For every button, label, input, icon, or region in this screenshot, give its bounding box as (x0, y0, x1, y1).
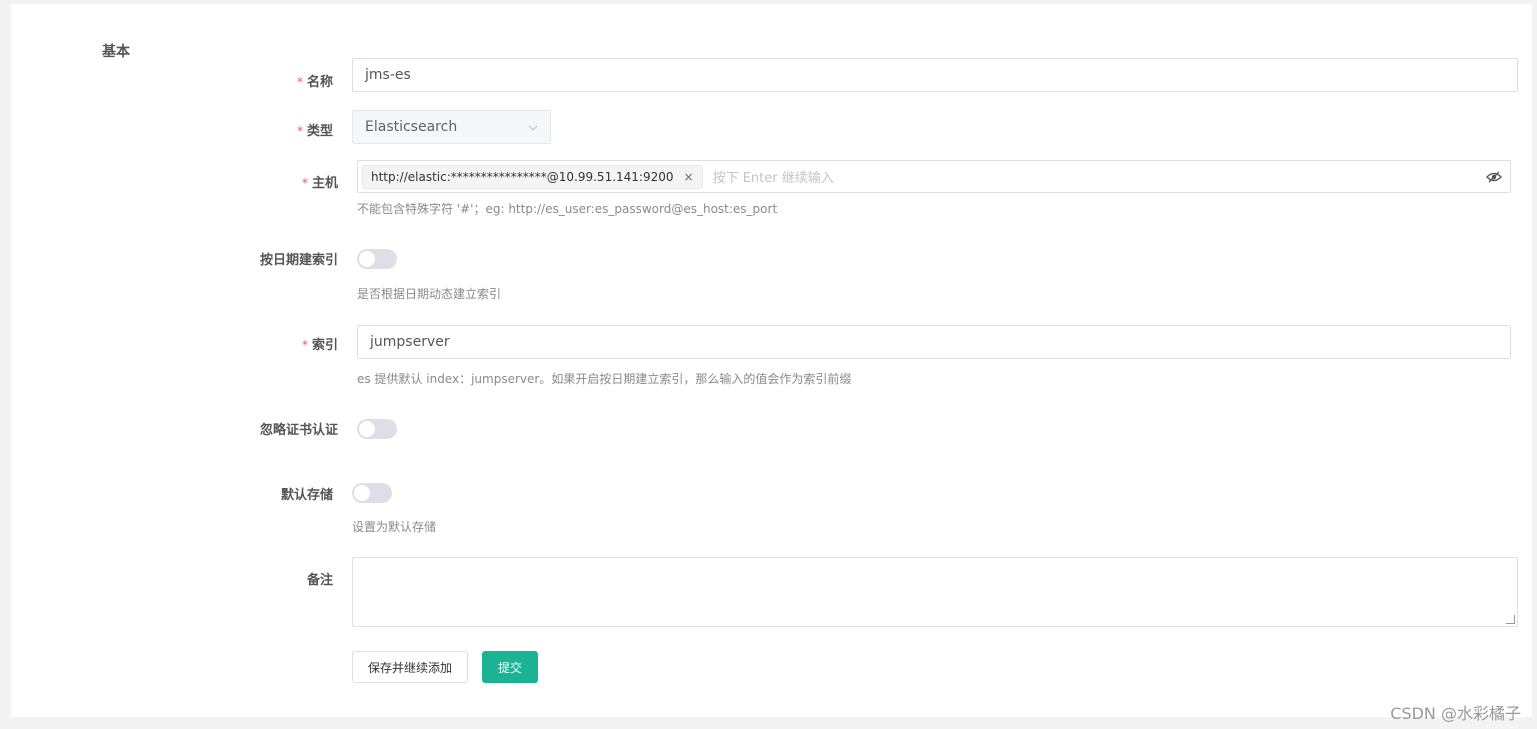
type-label: * 类型 (296, 124, 333, 139)
default-storage-label: 默认存储 (280, 488, 333, 503)
hosts-label: * 主机 (301, 176, 338, 191)
switch-knob (359, 421, 375, 437)
name-input[interactable]: jms-es (352, 58, 1518, 92)
section-title: 基本 (102, 44, 130, 60)
comment-textarea[interactable] (352, 557, 1518, 627)
switch-knob (354, 485, 370, 501)
default-storage-help: 设置为默认存储 (352, 520, 437, 534)
type-select[interactable]: Elasticsearch (352, 110, 551, 144)
hosts-tag-input[interactable]: http://elastic:****************@10.99.51… (357, 160, 1511, 193)
eye-off-icon[interactable] (1486, 171, 1502, 183)
ignore-verify-label: 忽略证书认证 (259, 423, 338, 438)
submit-button[interactable]: 提交 (482, 651, 538, 683)
host-tag-text: http://elastic:****************@10.99.51… (371, 169, 674, 184)
watermark: CSDN @水彩橘子 (1390, 704, 1521, 723)
index-by-date-switch[interactable] (357, 249, 397, 269)
chevron-down-icon (528, 120, 538, 134)
index-input-value: jumpserver (370, 334, 450, 350)
index-help: es 提供默认 index：jumpserver。如果开启按日期建立索引，那么输… (357, 372, 852, 386)
name-input-value: jms-es (365, 67, 411, 83)
index-by-date-label: 按日期建索引 (259, 253, 338, 268)
index-input[interactable]: jumpserver (357, 325, 1511, 359)
default-storage-switch[interactable] (352, 483, 392, 503)
resize-handle[interactable] (1506, 615, 1515, 624)
type-select-value: Elasticsearch (365, 119, 458, 135)
form-card: 基本 * 名称 jms-es * 类型 Elasticsearch * 主机 http… (11, 4, 1532, 717)
tag-close-icon[interactable]: × (684, 170, 694, 184)
index-label: * 索引 (301, 338, 338, 353)
comment-label: 备注 (306, 573, 333, 588)
switch-knob (359, 251, 375, 267)
ignore-verify-switch[interactable] (357, 419, 397, 439)
host-tag: http://elastic:****************@10.99.51… (362, 164, 703, 189)
name-label: * 名称 (296, 75, 333, 90)
index-by-date-help: 是否根据日期动态建立索引 (357, 287, 502, 301)
hosts-placeholder: 按下 Enter 继续输入 (712, 171, 834, 186)
required-mark: * (296, 75, 303, 89)
hosts-help: 不能包含特殊字符 '#'；eg: http://es_user:es_passw… (357, 202, 778, 216)
save-continue-button[interactable]: 保存并继续添加 (352, 651, 468, 683)
